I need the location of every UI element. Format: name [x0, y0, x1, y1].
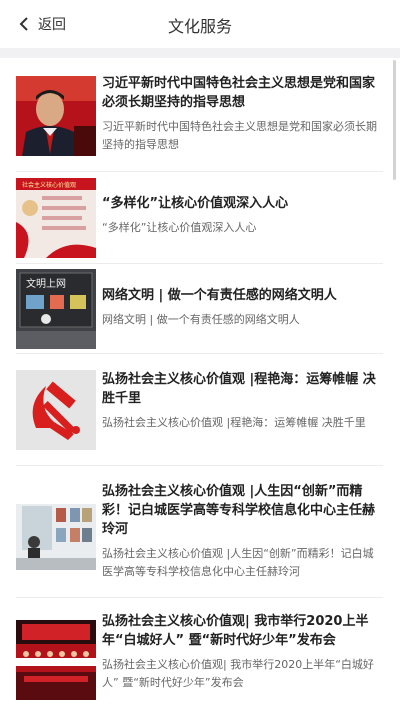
- article-thumbnail: 社会主义核心价值观: [16, 178, 96, 258]
- thumb-banner-text: 社会主义核心价值观: [22, 181, 76, 189]
- top-bar: 返回 文化服务: [0, 0, 400, 48]
- scrollbar[interactable]: [393, 60, 396, 180]
- page-title: 文化服务: [167, 17, 232, 36]
- article-title: “多样化”让核心价值观深入人心: [102, 196, 289, 211]
- list-item[interactable]: 习近平新时代中国特色社会主义思想是党和国家必须长期坚持的指导思想 习近平新时代中…: [16, 72, 383, 172]
- article-title: 弘扬社会主义核心价值观 |程艳海：运筹帷幄 决胜千里: [102, 372, 376, 406]
- article-thumbnail: [16, 76, 96, 156]
- list-item[interactable]: 弘扬社会主义核心价值观| 我市举行2020上半年“白城好人” 暨“新时代好少年”…: [16, 598, 383, 718]
- list-item[interactable]: 文明上网 网络文明 | 做一个有责任感的网络文明人 网络文明 | 做一个有责任感…: [16, 264, 383, 354]
- article-summary: 网络文明 | 做一个有责任感的网络文明人: [102, 313, 300, 326]
- article-summary: “多样化”让核心价值观深入人心: [102, 221, 257, 234]
- list-item[interactable]: 弘扬社会主义核心价值观 |程艳海：运筹帷幄 决胜千里 弘扬社会主义核心价值观 |…: [16, 354, 383, 466]
- header-separator: [0, 48, 400, 58]
- article-summary: 弘扬社会主义核心价值观| 我市举行2020上半年“白城好人” 暨“新时代好少年”…: [102, 658, 374, 689]
- list-item[interactable]: 弘扬社会主义核心价值观 |人生因“创新”而精彩！记白城医学高等专科学校信息化中心…: [16, 466, 383, 598]
- article-title: 弘扬社会主义核心价值观| 我市举行2020上半年“白城好人” 暨“新时代好少年”…: [102, 614, 369, 648]
- article-summary: 弘扬社会主义核心价值观 |人生因“创新”而精彩！记白城医学高等专科学校信息化中心…: [102, 547, 374, 578]
- article-thumbnail: [16, 370, 96, 450]
- thumb-board-text: 文明上网: [26, 277, 66, 290]
- article-thumbnail: 文明上网: [16, 269, 96, 349]
- article-thumbnail: [16, 620, 96, 700]
- article-summary: 弘扬社会主义核心价值观 |程艳海：运筹帷幄 决胜千里: [102, 416, 366, 429]
- article-title: 习近平新时代中国特色社会主义思想是党和国家必须长期坚持的指导思想: [102, 76, 376, 110]
- article-thumbnail: [16, 490, 96, 570]
- list-item[interactable]: 社会主义核心价值观 “多样化”让核心价值观深入人心 “多样化”让核心价值观深入人…: [16, 172, 383, 264]
- article-title: 网络文明 | 做一个有责任感的网络文明人: [102, 288, 337, 303]
- article-summary: 习近平新时代中国特色社会主义思想是党和国家必须长期坚持的指导思想: [102, 120, 377, 151]
- hammer-sickle-icon: [16, 370, 96, 450]
- article-title: 弘扬社会主义核心价值观 |人生因“创新”而精彩！记白城医学高等专科学校信息化中心…: [102, 484, 376, 537]
